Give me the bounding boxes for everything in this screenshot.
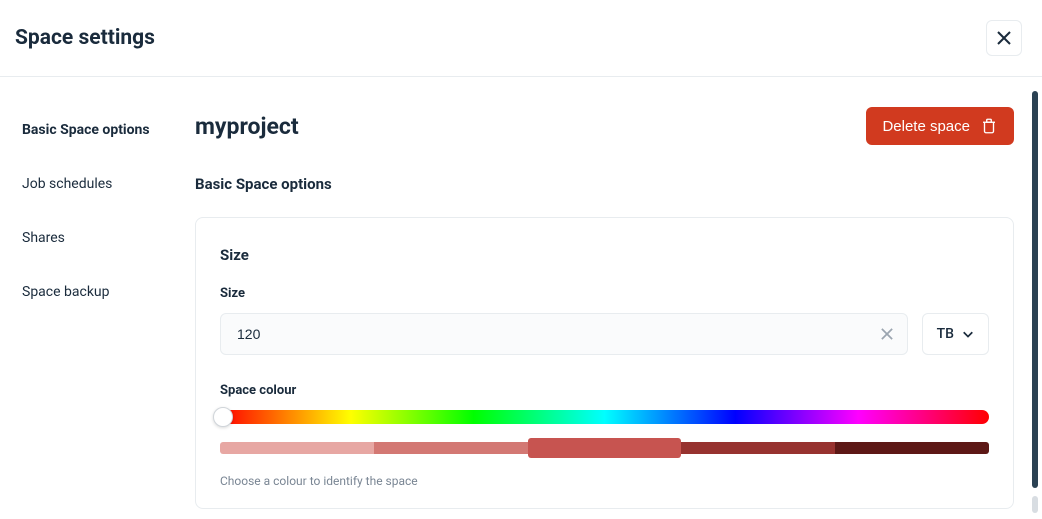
size-input[interactable] bbox=[221, 314, 867, 354]
hue-slider-thumb[interactable] bbox=[213, 407, 233, 427]
shade-swatch-3[interactable] bbox=[528, 438, 682, 458]
size-field-label: Size bbox=[220, 286, 989, 301]
dialog-header: Space settings bbox=[0, 0, 1042, 77]
delete-space-button[interactable]: Delete space bbox=[866, 107, 1014, 145]
sidebar-item-job-schedules[interactable]: Job schedules bbox=[22, 176, 195, 192]
shade-swatch-1[interactable] bbox=[220, 442, 374, 454]
dialog-body: Basic Space options Job schedules Shares… bbox=[0, 77, 1042, 519]
dialog-title: Space settings bbox=[15, 26, 155, 50]
size-card: Size Size TB bbox=[195, 217, 1014, 509]
colour-helper-text: Choose a colour to identify the space bbox=[220, 474, 989, 488]
colour-field-label: Space colour bbox=[220, 383, 989, 398]
space-name-heading: myproject bbox=[195, 113, 299, 140]
clear-icon bbox=[881, 328, 893, 340]
shade-row bbox=[220, 442, 989, 454]
sidebar-item-shares[interactable]: Shares bbox=[22, 230, 195, 246]
size-row: TB bbox=[220, 313, 989, 355]
scrollbar-track bbox=[1032, 496, 1038, 513]
card-title: Size bbox=[220, 246, 989, 264]
hue-slider[interactable] bbox=[220, 410, 989, 424]
sidebar-item-basic-options[interactable]: Basic Space options bbox=[22, 122, 195, 138]
size-input-wrap bbox=[220, 313, 908, 355]
scrollbar[interactable] bbox=[1032, 91, 1038, 513]
delete-space-label: Delete space bbox=[882, 118, 970, 135]
unit-select[interactable]: TB bbox=[922, 313, 989, 355]
trash-icon bbox=[980, 117, 998, 135]
section-title: Basic Space options bbox=[195, 175, 1014, 193]
sidebar: Basic Space options Job schedules Shares… bbox=[0, 77, 195, 519]
close-icon bbox=[997, 31, 1011, 45]
sidebar-item-space-backup[interactable]: Space backup bbox=[22, 284, 195, 300]
main-panel: myproject Delete space Basic Space optio… bbox=[195, 77, 1042, 519]
main-header: myproject Delete space bbox=[195, 107, 1014, 145]
chevron-down-icon bbox=[962, 328, 974, 340]
scrollbar-thumb[interactable] bbox=[1032, 91, 1038, 488]
shade-swatch-5[interactable] bbox=[835, 442, 989, 454]
clear-size-button[interactable] bbox=[867, 314, 907, 354]
shade-swatch-4[interactable] bbox=[681, 442, 835, 454]
shade-swatch-2[interactable] bbox=[374, 442, 528, 454]
close-button[interactable] bbox=[986, 20, 1022, 56]
unit-value: TB bbox=[937, 326, 954, 342]
